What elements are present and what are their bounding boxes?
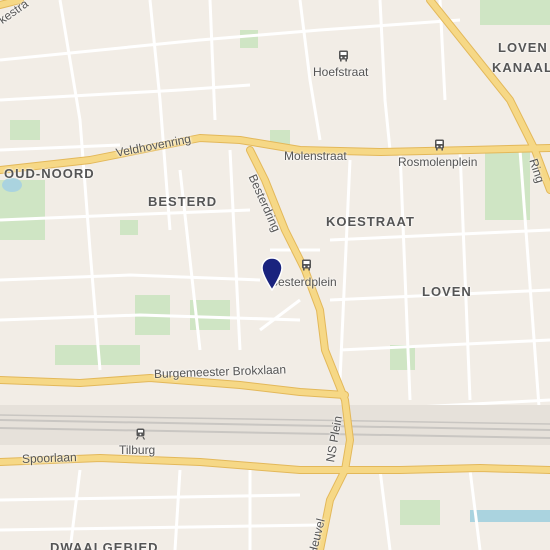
stop-label-tilburg[interactable]: Tilburg (119, 443, 155, 457)
train-station-icon[interactable] (135, 428, 146, 440)
district-label-loven-kanaal-line2: KANAAL (492, 60, 550, 75)
district-label-besterd: BESTERD (148, 194, 218, 209)
street-label-spoorlaan: Spoorlaan (21, 450, 77, 466)
railway (0, 405, 550, 445)
district-label-oud-noord: OUD-NOORD (4, 166, 95, 181)
district-label-dwaalgebied: DWAALGEBIED (50, 540, 159, 550)
street-label-molenstraat: Molenstraat (284, 149, 347, 163)
bus-stop-icon[interactable] (338, 50, 349, 62)
stop-label-rosmolenplein[interactable]: Rosmolenplein (398, 155, 477, 169)
stop-label-hoefstraat[interactable]: Hoefstraat (313, 65, 368, 79)
bus-stop-icon[interactable] (301, 259, 312, 271)
location-pin-icon[interactable] (261, 257, 283, 291)
canal (470, 510, 550, 522)
district-label-loven-kanaal-line1: LOVEN (498, 40, 548, 55)
map-canvas[interactable]: Veldhovenring Molenstraat Besterdring Bu… (0, 0, 550, 550)
bus-stop-icon[interactable] (434, 139, 445, 151)
district-label-loven: LOVEN (422, 284, 472, 299)
district-label-koestraat: KOESTRAAT (326, 214, 415, 229)
